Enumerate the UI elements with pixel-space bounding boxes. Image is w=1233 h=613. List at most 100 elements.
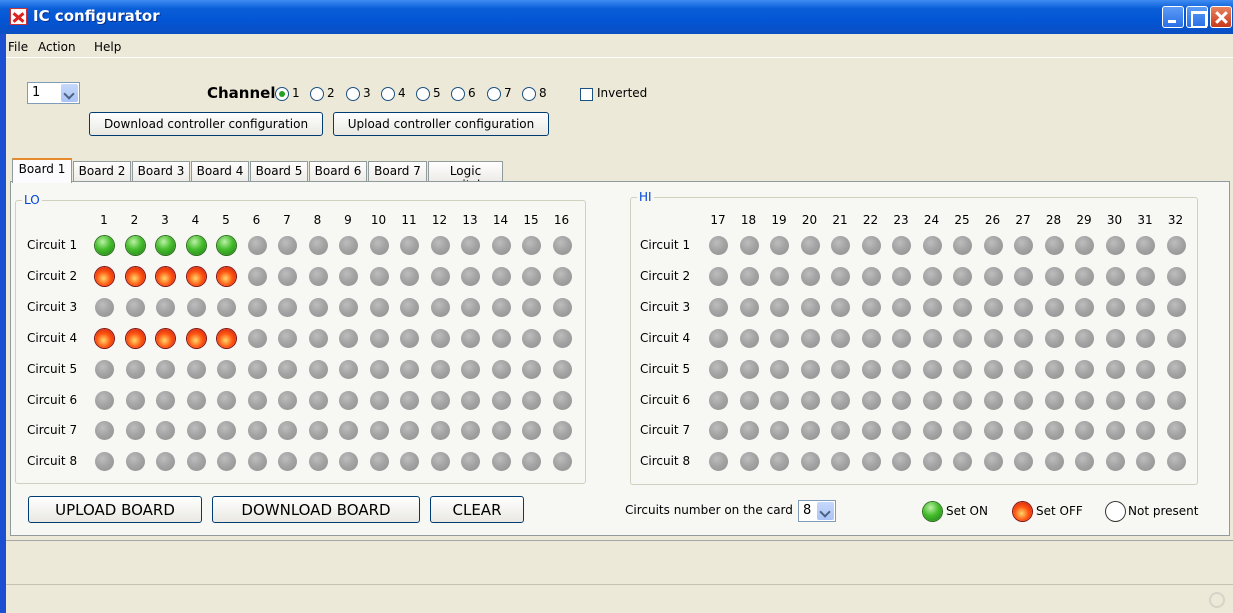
lo-circuit-led[interactable]: [491, 329, 511, 348]
hi-circuit-led[interactable]: [800, 360, 820, 379]
lo-circuit-led[interactable]: [278, 267, 297, 286]
lo-circuit-led[interactable]: [156, 391, 175, 410]
hi-circuit-led[interactable]: [892, 236, 911, 255]
hi-circuit-led[interactable]: [709, 452, 728, 471]
hi-circuit-led[interactable]: [983, 329, 1003, 348]
lo-circuit-led[interactable]: [400, 236, 419, 255]
lo-circuit-led[interactable]: [400, 421, 419, 440]
lo-circuit-led[interactable]: [247, 360, 267, 379]
lo-circuit-led[interactable]: [125, 236, 145, 255]
lo-circuit-led[interactable]: [186, 329, 206, 348]
hi-circuit-led[interactable]: [922, 236, 942, 255]
hi-circuit-led[interactable]: [739, 421, 759, 440]
lo-circuit-led[interactable]: [400, 329, 419, 348]
lo-circuit-led[interactable]: [491, 391, 511, 410]
hi-circuit-led[interactable]: [1166, 267, 1186, 286]
inverted-checkbox[interactable]: [580, 88, 593, 101]
lo-circuit-led[interactable]: [217, 267, 236, 286]
menu-help[interactable]: Help: [94, 40, 121, 54]
hi-circuit-led[interactable]: [953, 329, 972, 348]
lo-circuit-led[interactable]: [552, 452, 572, 471]
lo-circuit-led[interactable]: [308, 236, 328, 255]
hi-circuit-led[interactable]: [1075, 267, 1094, 286]
lo-circuit-led[interactable]: [552, 329, 572, 348]
hi-circuit-led[interactable]: [983, 298, 1003, 317]
hi-circuit-led[interactable]: [1014, 391, 1033, 410]
hi-circuit-led[interactable]: [770, 329, 789, 348]
lo-circuit-led[interactable]: [186, 236, 206, 255]
hi-circuit-led[interactable]: [892, 452, 911, 471]
lo-circuit-led[interactable]: [247, 298, 267, 317]
lo-circuit-led[interactable]: [125, 391, 145, 410]
download-config-button[interactable]: Download controller configuration: [89, 112, 323, 136]
lo-circuit-led[interactable]: [552, 421, 572, 440]
title-bar[interactable]: IC configurator: [0, 0, 1233, 34]
hi-circuit-led[interactable]: [1136, 236, 1155, 255]
hi-circuit-led[interactable]: [770, 298, 789, 317]
lo-circuit-led[interactable]: [278, 236, 297, 255]
hi-circuit-led[interactable]: [892, 329, 911, 348]
hi-circuit-led[interactable]: [892, 360, 911, 379]
lo-circuit-led[interactable]: [217, 360, 236, 379]
lo-circuit-led[interactable]: [461, 391, 480, 410]
lo-circuit-led[interactable]: [217, 391, 236, 410]
lo-circuit-led[interactable]: [400, 391, 419, 410]
lo-circuit-led[interactable]: [522, 421, 541, 440]
hi-circuit-led[interactable]: [709, 267, 728, 286]
hi-circuit-led[interactable]: [953, 391, 972, 410]
lo-circuit-led[interactable]: [430, 360, 450, 379]
lo-circuit-led[interactable]: [369, 329, 389, 348]
lo-circuit-led[interactable]: [308, 452, 328, 471]
tab-board-3[interactable]: Board 3: [132, 161, 190, 182]
hi-circuit-led[interactable]: [831, 391, 850, 410]
lo-circuit-led[interactable]: [491, 421, 511, 440]
lo-circuit-led[interactable]: [339, 329, 358, 348]
lo-circuit-led[interactable]: [156, 298, 175, 317]
lo-circuit-led[interactable]: [400, 298, 419, 317]
hi-circuit-led[interactable]: [1075, 391, 1094, 410]
hi-circuit-led[interactable]: [739, 298, 759, 317]
channel-radio-8[interactable]: [522, 87, 536, 101]
hi-circuit-led[interactable]: [1044, 298, 1064, 317]
hi-circuit-led[interactable]: [770, 236, 789, 255]
hi-circuit-led[interactable]: [1075, 421, 1094, 440]
hi-circuit-led[interactable]: [739, 391, 759, 410]
lo-circuit-led[interactable]: [95, 391, 114, 410]
tab-logic-switch[interactable]: Logic switch: [428, 161, 503, 192]
lo-circuit-led[interactable]: [308, 360, 328, 379]
lo-circuit-led[interactable]: [491, 452, 511, 471]
hi-circuit-led[interactable]: [1014, 452, 1033, 471]
hi-circuit-led[interactable]: [770, 360, 789, 379]
hi-circuit-led[interactable]: [1166, 360, 1186, 379]
hi-circuit-led[interactable]: [739, 452, 759, 471]
hi-circuit-led[interactable]: [1014, 421, 1033, 440]
lo-circuit-led[interactable]: [247, 236, 267, 255]
hi-circuit-led[interactable]: [831, 329, 850, 348]
hi-circuit-led[interactable]: [800, 421, 820, 440]
lo-circuit-led[interactable]: [552, 391, 572, 410]
hi-circuit-led[interactable]: [861, 360, 881, 379]
lo-circuit-led[interactable]: [125, 298, 145, 317]
hi-circuit-led[interactable]: [1075, 360, 1094, 379]
hi-circuit-led[interactable]: [1136, 267, 1155, 286]
close-icon[interactable]: [1210, 6, 1232, 28]
hi-circuit-led[interactable]: [709, 298, 728, 317]
controller-select[interactable]: 1: [27, 82, 80, 104]
hi-circuit-led[interactable]: [1166, 236, 1186, 255]
lo-circuit-led[interactable]: [95, 267, 114, 286]
hi-circuit-led[interactable]: [770, 391, 789, 410]
lo-circuit-led[interactable]: [339, 421, 358, 440]
lo-circuit-led[interactable]: [369, 421, 389, 440]
minimize-icon[interactable]: [1162, 6, 1184, 28]
hi-circuit-led[interactable]: [1166, 391, 1186, 410]
hi-circuit-led[interactable]: [1044, 236, 1064, 255]
lo-circuit-led[interactable]: [522, 298, 541, 317]
hi-circuit-led[interactable]: [709, 391, 728, 410]
lo-circuit-led[interactable]: [522, 267, 541, 286]
lo-circuit-led[interactable]: [217, 421, 236, 440]
lo-circuit-led[interactable]: [339, 360, 358, 379]
hi-circuit-led[interactable]: [892, 267, 911, 286]
hi-circuit-led[interactable]: [861, 236, 881, 255]
hi-circuit-led[interactable]: [1105, 360, 1125, 379]
lo-circuit-led[interactable]: [186, 391, 206, 410]
